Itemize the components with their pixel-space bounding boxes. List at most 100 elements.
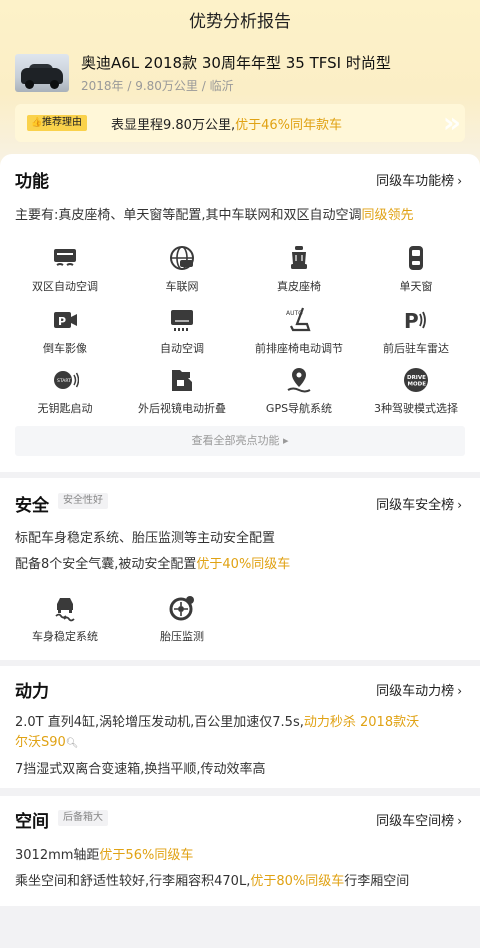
space-line-1: 3012mm轴距优于56%同级车 [15, 844, 193, 863]
view-all-features-label: 查看全部亮点功能 [191, 434, 280, 447]
connected-car-icon [170, 246, 194, 270]
safety-card: 安全 安全性好 同级车安全榜 › 标配车身稳定系统、胎压监测等主动安全配置 配备8… [0, 478, 480, 660]
feature-connected-car[interactable]: 车联网 [122, 244, 242, 294]
space-line-2: 乘坐空间和舒适性较好,行李厢容积470L,优于80%同级车行李厢空间 [15, 870, 409, 889]
feature-sunroof[interactable]: 单天窗 [356, 244, 476, 294]
function-desc-main: 主要有:真皮座椅、单天窗等配置,其中车联网和双区自动空调 [15, 208, 362, 223]
power-rank-label: 同级车动力榜 [376, 684, 455, 699]
function-card: 功能 同级车功能榜 › 主要有:真皮座椅、单天窗等配置,其中车联网和双区自动空调同… [0, 154, 480, 472]
feature-auto-ac[interactable]: 自动空调 [122, 306, 242, 356]
stability-control-icon [55, 598, 75, 622]
feature-label: 车联网 [165, 280, 199, 293]
space-title: 空间 [15, 812, 49, 832]
power-seat-icon: AUTO [286, 307, 311, 332]
car-name: 奥迪A6L 2018款 30周年年型 35 TFSI 时尚型 [81, 54, 391, 72]
safety-line-2-highlight: 优于40%同级车 [196, 557, 291, 572]
power-rank-link[interactable]: 同级车动力榜 › [376, 680, 462, 699]
safety-rank-link[interactable]: 同级车安全榜 › [376, 494, 462, 513]
function-rank-label: 同级车功能榜 [376, 174, 455, 189]
feature-gps[interactable]: GPS导航系统 [239, 366, 359, 416]
feature-power-seat[interactable]: AUTO 前排座椅电动调节 [239, 306, 359, 356]
space-line-1-highlight: 优于56%同级车 [99, 848, 194, 863]
feature-label: GPS导航系统 [265, 402, 333, 415]
recommend-badge-label: 推荐理由 [42, 117, 82, 128]
view-all-features-button[interactable]: 查看全部亮点功能 ▸ [15, 426, 465, 456]
feature-label: 真皮座椅 [277, 280, 321, 293]
feature-label: 单天窗 [399, 280, 433, 293]
power-title: 动力 [15, 682, 49, 702]
safety-line-1: 标配车身稳定系统、胎压监测等主动安全配置 [15, 531, 276, 546]
feature-reverse-camera[interactable]: P 倒车影像 [5, 306, 125, 356]
chevrons-decor-icon: » [442, 106, 461, 139]
svg-text:P: P [404, 309, 419, 333]
safety-title: 安全 [15, 496, 49, 516]
safety-line-2: 配备8个安全气囊,被动安全配置优于40%同级车 [15, 553, 290, 572]
mirror-fold-icon [172, 370, 192, 391]
feature-label: 胎压监测 [160, 630, 204, 643]
power-line-1b: 尔沃S90🔍︎ [15, 731, 79, 750]
caret-right-icon: ▸ [282, 434, 289, 447]
safety-tag: 安全性好 [58, 493, 108, 509]
chevron-right-icon: › [457, 498, 462, 512]
feature-label: 前后驻车雷达 [383, 342, 449, 355]
car-meta: 2018年 / 9.80万公里 / 临沂 [81, 79, 234, 93]
feature-parking-radar[interactable]: P 前后驻车雷达 [356, 306, 476, 356]
keyless-start-icon: START [54, 371, 79, 389]
drive-mode-icon: DRIVE MODE [404, 368, 428, 392]
auto-ac-icon [171, 310, 193, 331]
parking-radar-icon: P [404, 309, 426, 333]
feature-label: 双区自动空调 [32, 280, 98, 293]
space-rank-link[interactable]: 同级车空间榜 › [376, 810, 462, 829]
safety-rank-label: 同级车安全榜 [376, 498, 455, 513]
feature-label: 无钥匙启动 [37, 402, 93, 415]
power-line-2: 7挡湿式双离合变速箱,换挡平顺,传动效率高 [15, 762, 266, 777]
recommend-reason: 👍推荐理由 表显里程9.80万公里,优于46%同年款车 » [15, 104, 465, 142]
feature-tire-pressure[interactable]: 胎压监测 [122, 594, 242, 644]
function-rank-link[interactable]: 同级车功能榜 › [376, 170, 462, 189]
svg-text:AUTO: AUTO [286, 310, 303, 317]
svg-text:DRIVE: DRIVE [407, 375, 426, 381]
thumbs-up-icon: 👍 [31, 118, 43, 128]
leather-seat-icon [291, 246, 307, 269]
safety-line-2-main: 配备8个安全气囊,被动安全配置 [15, 557, 197, 572]
feature-label: 车身稳定系统 [32, 630, 98, 643]
space-line-2-main: 乘坐空间和舒适性较好,行李厢容积470L, [15, 874, 251, 889]
page-title: 优势分析报告 [189, 12, 291, 32]
recommend-badge: 👍推荐理由 [27, 115, 87, 131]
feature-keyless-start[interactable]: START 无钥匙启动 [5, 366, 125, 416]
feature-label: 外后视镜电动折叠 [138, 402, 226, 415]
space-card: 空间 后备箱大 同级车空间榜 › 3012mm轴距优于56%同级车 乘坐空间和舒适… [0, 796, 480, 906]
svg-text:MODE: MODE [408, 382, 427, 388]
report-header: 优势分析报告 奥迪A6L 2018款 30周年年型 35 TFSI 时尚型 20… [0, 0, 480, 170]
search-icon[interactable]: 🔍︎ [66, 738, 79, 749]
recommend-text-highlight: 优于46%同年款车 [235, 118, 342, 133]
feature-stability-control[interactable]: 车身稳定系统 [5, 594, 125, 644]
feature-label: 自动空调 [160, 342, 204, 355]
svg-text:START: START [57, 378, 71, 384]
recommend-text: 表显里程9.80万公里,优于46%同年款车 [111, 114, 342, 133]
car-summary[interactable]: 奥迪A6L 2018款 30周年年型 35 TFSI 时尚型 2018年 / 9… [15, 50, 470, 96]
space-rank-label: 同级车空间榜 [376, 814, 455, 829]
power-line-1b-highlight: 尔沃S90 [15, 735, 66, 750]
dual-zone-ac-icon [54, 249, 76, 266]
power-line-1-main: 2.0T 直列4缸,涡轮增压发动机,百公里加速仅7.5s, [15, 715, 304, 730]
car-thumbnail [15, 54, 69, 92]
tire-pressure-icon [169, 596, 194, 621]
feature-drive-mode[interactable]: DRIVE MODE 3种驾驶模式选择 [356, 366, 476, 416]
chevron-right-icon: › [457, 814, 462, 828]
reverse-camera-icon: P [54, 312, 77, 328]
space-line-2-tail: 行李厢空间 [344, 874, 410, 889]
space-line-1-main: 3012mm轴距 [15, 848, 100, 863]
function-desc-highlight: 同级领先 [361, 208, 414, 223]
feature-label: 倒车影像 [43, 342, 87, 355]
space-line-2-highlight: 优于80%同级车 [250, 874, 345, 889]
feature-dual-zone-ac[interactable]: 双区自动空调 [5, 244, 125, 294]
function-desc: 主要有:真皮座椅、单天窗等配置,其中车联网和双区自动空调同级领先 [15, 204, 414, 223]
feature-leather-seat[interactable]: 真皮座椅 [239, 244, 359, 294]
power-card: 动力 同级车动力榜 › 2.0T 直列4缸,涡轮增压发动机,百公里加速仅7.5s,… [0, 666, 480, 788]
power-line-1: 2.0T 直列4缸,涡轮增压发动机,百公里加速仅7.5s,动力秒杀 2018款沃 [15, 711, 419, 730]
space-tag: 后备箱大 [58, 810, 108, 826]
chevron-right-icon: › [457, 684, 462, 698]
feature-mirror-fold[interactable]: 外后视镜电动折叠 [122, 366, 242, 416]
recommend-text-main: 表显里程9.80万公里, [111, 118, 236, 133]
